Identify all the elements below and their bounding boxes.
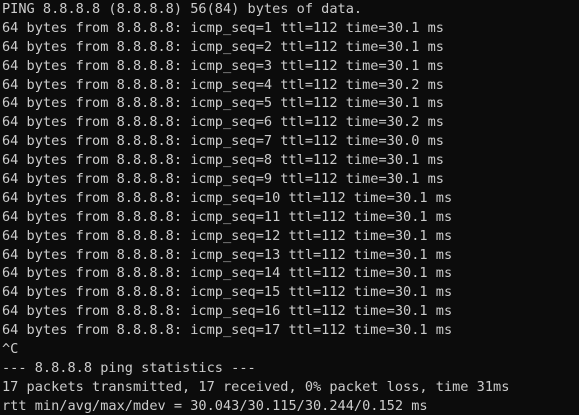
packet-summary-line: 17 packets transmitted, 17 received, 0% … [2, 378, 510, 395]
ping-reply-line: 64 bytes from 8.8.8.8: icmp_seq=11 ttl=1… [2, 208, 453, 225]
rtt-summary-line: rtt min/avg/max/mdev = 30.043/30.115/30.… [2, 397, 428, 414]
ping-reply-line: 64 bytes from 8.8.8.8: icmp_seq=17 ttl=1… [2, 322, 453, 339]
ping-reply-line: 64 bytes from 8.8.8.8: icmp_seq=8 ttl=11… [2, 152, 444, 169]
interrupt-line: ^C [2, 341, 19, 358]
ping-reply-line: 64 bytes from 8.8.8.8: icmp_seq=5 ttl=11… [2, 95, 444, 112]
ping-reply-line: 64 bytes from 8.8.8.8: icmp_seq=16 ttl=1… [2, 303, 453, 320]
ping-reply-line: 64 bytes from 8.8.8.8: icmp_seq=7 ttl=11… [2, 133, 444, 150]
ping-reply-line: 64 bytes from 8.8.8.8: icmp_seq=4 ttl=11… [2, 76, 444, 93]
ping-statistics-header: --- 8.8.8.8 ping statistics --- [2, 359, 256, 376]
ping-reply-line: 64 bytes from 8.8.8.8: icmp_seq=1 ttl=11… [2, 19, 444, 36]
ping-reply-line: 64 bytes from 8.8.8.8: icmp_seq=13 ttl=1… [2, 246, 453, 263]
ping-reply-line: 64 bytes from 8.8.8.8: icmp_seq=3 ttl=11… [2, 57, 444, 74]
ping-reply-line: 64 bytes from 8.8.8.8: icmp_seq=12 ttl=1… [2, 227, 453, 244]
ping-header-line: PING 8.8.8.8 (8.8.8.8) 56(84) bytes of d… [2, 1, 363, 17]
ping-reply-line: 64 bytes from 8.8.8.8: icmp_seq=14 ttl=1… [2, 265, 453, 282]
ping-reply-line: 64 bytes from 8.8.8.8: icmp_seq=9 ttl=11… [2, 171, 444, 188]
ping-reply-line: 64 bytes from 8.8.8.8: icmp_seq=2 ttl=11… [2, 38, 444, 55]
ping-reply-line: 64 bytes from 8.8.8.8: icmp_seq=6 ttl=11… [2, 114, 444, 131]
ping-reply-line: 64 bytes from 8.8.8.8: icmp_seq=10 ttl=1… [2, 189, 453, 206]
ping-reply-line: 64 bytes from 8.8.8.8: icmp_seq=15 ttl=1… [2, 284, 453, 301]
terminal-window[interactable]: PING 8.8.8.8 (8.8.8.8) 56(84) bytes of d… [0, 0, 579, 415]
